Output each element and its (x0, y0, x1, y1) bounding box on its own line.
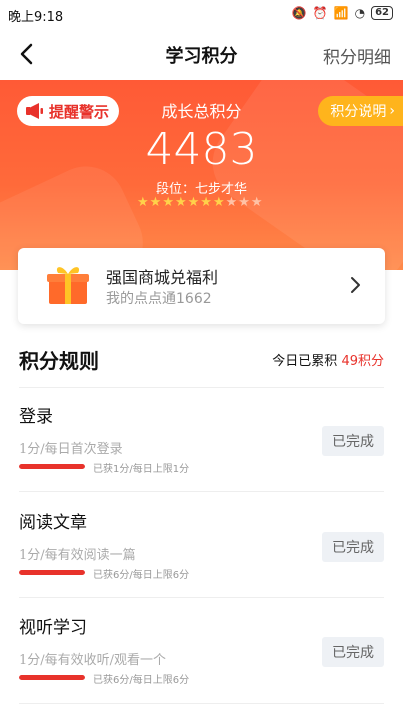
rule-status-button[interactable]: 已完成 (322, 426, 384, 456)
total-score-label: 成长总积分 (161, 102, 242, 121)
rule-description: 1分/每有效收听/观看一个 (19, 653, 167, 668)
rule-name: 登录 (19, 407, 53, 427)
status-time: 晚上9:18 (8, 10, 64, 25)
total-score: 4483 (145, 124, 258, 175)
rank-stars: ★ ★ ★ ★ ★ ★ ★ ★ ★ ★ (137, 196, 263, 210)
mall-card[interactable]: 强国商城兑福利 我的点点通1662 (18, 248, 385, 324)
star-filled-icon: ★ (200, 195, 212, 210)
mall-title: 强国商城兑福利 (106, 268, 219, 287)
chevron-right-icon (351, 277, 360, 293)
rule-item-login: 登录 1分/每日首次登录 已获1分/每日上限1分 已完成 (19, 390, 384, 494)
star-empty-icon: ★ (238, 195, 250, 210)
rule-status-button[interactable]: 已完成 (322, 637, 384, 667)
rule-earned: 已获6分/每日上限6分 (93, 675, 190, 686)
rule-earned: 已获6分/每日上限6分 (93, 570, 190, 581)
rule-description: 1分/每日首次登录 (19, 442, 123, 457)
divider (19, 597, 384, 598)
status-icons: 🔕 ⏰ 📶 ◔ 62 (292, 6, 393, 20)
mall-points: 我的点点通1662 (106, 291, 212, 307)
rule-item-audiovisual: 视听学习 1分/每有效收听/观看一个 已获6分/每日上限6分 已完成 (19, 601, 384, 705)
today-points: 今日已累积 49积分 (272, 350, 384, 369)
signal-icon: 📶 (333, 6, 349, 20)
rules-title: 积分规则 (19, 349, 99, 373)
rule-item-reading: 阅读文章 1分/每有效阅读一篇 已获6分/每日上限6分 已完成 (19, 496, 384, 600)
star-filled-icon: ★ (162, 195, 174, 210)
alarm-icon: ⏰ (312, 6, 328, 20)
rule-description: 1分/每有效阅读一篇 (19, 548, 136, 563)
rule-progress-fill (19, 675, 85, 680)
nav-bar: 学习积分 积分明细 (0, 28, 403, 80)
rule-progress-fill (19, 464, 85, 469)
star-filled-icon: ★ (149, 195, 162, 210)
today-points-value: 49积分 (341, 354, 384, 369)
divider (19, 387, 384, 388)
star-filled-icon: ★ (137, 195, 149, 210)
rule-progress-bar (19, 675, 85, 680)
rule-name: 视听学习 (19, 618, 87, 638)
star-filled-icon: ★ (212, 195, 225, 210)
mute-icon: 🔕 (291, 6, 307, 20)
divider (19, 703, 384, 704)
gift-icon (47, 267, 89, 304)
rule-status-button[interactable]: 已完成 (322, 532, 384, 562)
today-label: 今日已累积 (272, 354, 338, 369)
star-empty-icon: ★ (250, 195, 263, 210)
divider (19, 491, 384, 492)
rule-progress-bar (19, 464, 85, 469)
star-filled-icon: ★ (174, 195, 187, 210)
rule-earned: 已获1分/每日上限1分 (93, 464, 190, 475)
star-filled-icon: ★ (187, 195, 200, 210)
wifi-icon: ◔ (354, 6, 366, 20)
rule-name: 阅读文章 (19, 513, 87, 533)
score-hero: 提醒警示 积分说明 › 成长总积分 4483 段位：七步才华 ★ ★ ★ ★ ★ ★ ★ ★ ★… (0, 80, 403, 270)
battery-icon: 62 (371, 6, 393, 20)
status-bar: 晚上9:18 🔕 ⏰ 📶 ◔ 62 (0, 0, 403, 28)
star-empty-icon: ★ (225, 195, 238, 210)
points-detail-link[interactable]: 积分明细 (323, 43, 391, 68)
rule-progress-fill (19, 570, 85, 575)
rule-progress-bar (19, 570, 85, 575)
